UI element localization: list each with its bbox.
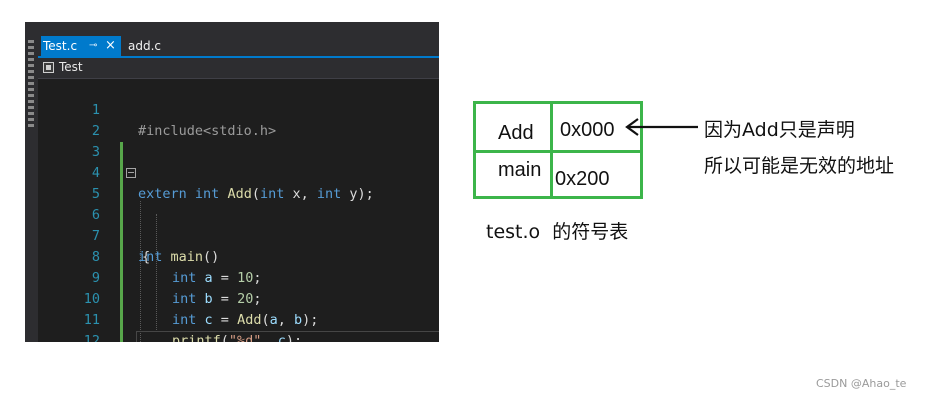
caption-filename: test.o: [486, 221, 541, 243]
code-line: 6 {: [38, 184, 439, 265]
tab-bar: Test.c ⊸ × add.c: [38, 22, 439, 56]
tab-add-c[interactable]: add.c: [128, 36, 161, 56]
code-line: 11 return 0;: [38, 289, 439, 342]
annotation-line: 因为Add只是声明: [704, 119, 855, 141]
collapse-icon[interactable]: [126, 168, 136, 178]
symbol-name: Add: [498, 122, 534, 144]
navigation-bar[interactable]: Test: [38, 58, 439, 79]
code-line: 3 extern int Add(int x, int y);: [38, 121, 439, 202]
table-divider: [476, 150, 640, 153]
code-line: 2: [38, 100, 439, 163]
code-editor-window: Test.c ⊸ × add.c Test 1 #include<stdio.h…: [25, 22, 439, 342]
caption-text: 的符号表: [552, 221, 629, 243]
project-dropdown-label[interactable]: Test: [59, 60, 83, 74]
symbol-address: 0x200: [555, 168, 610, 190]
tab-label: Test.c: [43, 39, 78, 53]
code-line: 13: [38, 331, 439, 342]
code-line: 12 }: [38, 310, 439, 342]
close-icon[interactable]: ×: [105, 36, 116, 56]
symbol-table: Add 0x000 main 0x200: [473, 101, 643, 199]
code-line: 8 int b = 20;: [38, 226, 439, 307]
code-line: 4: [38, 142, 439, 205]
symbol-name: main: [498, 159, 542, 181]
code-line: 1 #include<stdio.h>: [38, 79, 439, 139]
tab-label: add.c: [128, 39, 161, 53]
annotation-line: 所以可能是无效的地址: [704, 155, 895, 177]
table-caption: test.o 的符号表: [486, 217, 628, 244]
left-tool-strip: [25, 22, 38, 342]
symbol-address: 0x000: [560, 119, 615, 141]
pin-icon[interactable]: ⊸: [89, 36, 97, 56]
watermark: CSDN @Ahao_te: [816, 377, 907, 390]
project-icon: [43, 62, 54, 73]
code-line: 10 printf("%d", c);: [38, 268, 439, 342]
code-area[interactable]: 1 #include<stdio.h> 2 3 extern int Add(i…: [38, 79, 439, 342]
arrow-left-icon: [625, 118, 698, 136]
code-line: 9 int c = Add(a, b);: [38, 247, 439, 328]
code-line: 5 int main(): [38, 163, 439, 265]
tab-test-c[interactable]: Test.c ⊸ ×: [41, 36, 121, 56]
code-line: 7 int a = 10;: [38, 205, 439, 286]
